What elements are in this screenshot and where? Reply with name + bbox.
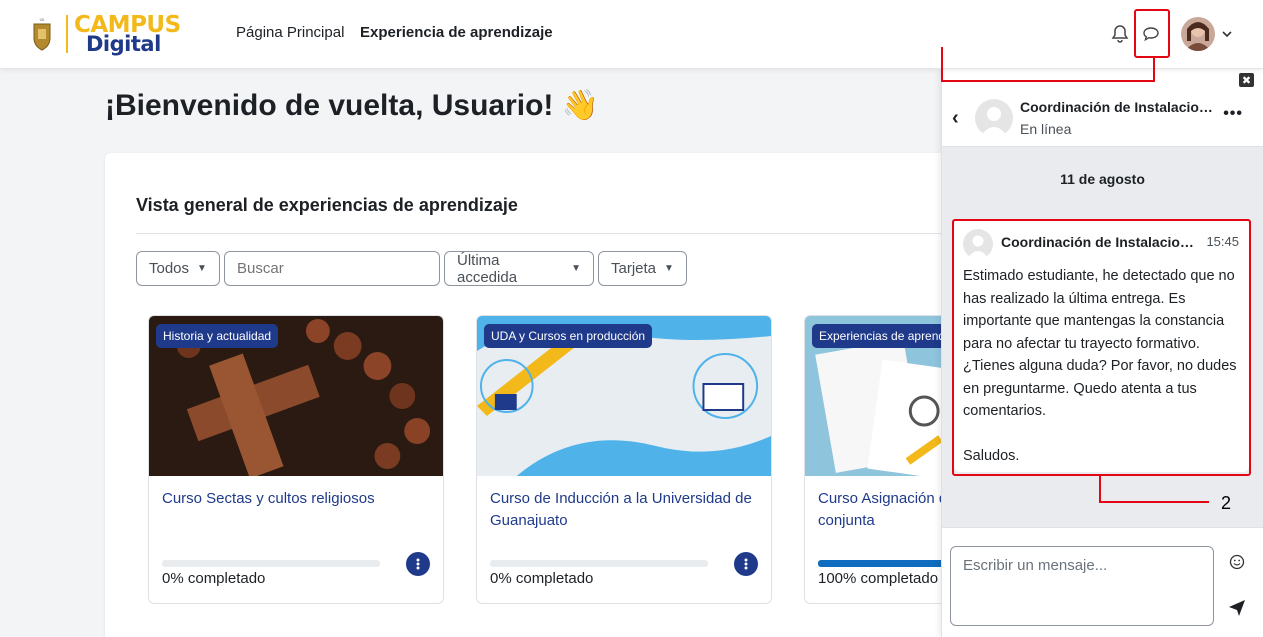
sort-dropdown[interactable]: Última accedida ▼ [444,251,594,286]
nav-home-link[interactable]: Página Principal [236,24,344,41]
conversation-header: ‹ Coordinación de Instalaciones En línea… [942,91,1263,147]
course-card[interactable]: UDA y Cursos en producción Curso de Indu… [476,315,772,604]
annotation-box-messages [1134,9,1170,58]
progress-bar [162,560,380,567]
svg-text:UG: UG [40,18,45,22]
message-date: 11 de agosto [1060,171,1145,187]
close-icon[interactable]: ✖ [1239,73,1254,87]
more-options-icon[interactable] [734,552,758,576]
chevron-down-icon: ▼ [197,263,207,274]
filter-all-dropdown[interactable]: Todos ▼ [136,251,220,286]
university-seal-icon: UG [33,18,51,51]
annotation-number-two: 2 [1221,493,1232,513]
conversation-options-icon[interactable]: ••• [1223,105,1243,123]
send-message-icon[interactable] [1227,598,1247,618]
course-category-badge: UDA y Cursos en producción [484,324,653,348]
progress-bar [490,560,708,567]
chevron-down-icon: ▼ [571,263,581,274]
top-navbar: UG CAMPUS Digital Página Principal Exper… [0,0,1263,69]
campus-digital-logo[interactable]: UG CAMPUS Digital [22,12,202,56]
logo-separator [66,15,68,53]
annotation-box-message [952,219,1251,476]
overview-title: Vista general de experiencias de aprendi… [136,195,518,215]
user-menu-chevron-down-icon[interactable] [1220,27,1234,41]
notifications-bell-icon[interactable] [1108,22,1132,46]
nav-learning-link[interactable]: Experiencia de aprendizaje [360,24,553,41]
sort-label: Última accedida [457,251,518,286]
view-label: Tarjeta [611,260,657,277]
progress-text: 100% completado [818,570,939,587]
course-card[interactable]: Historia y actualidad Curso Sectas y cul… [148,315,444,604]
progress-text: 0% completado [490,570,594,587]
contact-status: En línea [1020,121,1072,137]
more-options-icon[interactable] [406,552,430,576]
annotation-line-two-horizontal [1099,501,1209,503]
user-avatar[interactable] [1181,17,1215,51]
annotation-line-one-horizontal [941,80,1155,82]
contact-avatar[interactable] [975,99,1013,137]
view-dropdown[interactable]: Tarjeta ▼ [598,251,687,286]
overview-panel: Vista general de experiencias de aprendi… [105,153,1100,637]
overview-divider [136,233,956,234]
course-title-link[interactable]: Curso de Inducción a la Universidad de G… [490,488,760,532]
message-input[interactable] [950,546,1214,626]
welcome-heading: ¡Bienvenido de vuelta, Usuario! 👋 [105,89,600,122]
search-input[interactable] [224,251,440,286]
annotation-line-two-vertical [1099,476,1101,503]
emoji-picker-icon[interactable] [1227,552,1247,572]
filter-all-label: Todos [149,260,190,277]
back-arrow-icon[interactable]: ‹ [952,107,959,130]
logo-digital-text: Digital [86,32,161,56]
message-composer [942,527,1263,637]
progress-text: 0% completado [162,570,266,587]
annotation-line-one-vertical [941,47,943,82]
course-category-badge: Historia y actualidad [156,324,279,348]
annotation-line-one-riser [1153,58,1155,82]
course-title-link[interactable]: Curso Sectas y cultos religiosos [162,488,432,510]
chevron-down-icon: ▼ [664,263,674,274]
contact-name[interactable]: Coordinación de Instalaciones [1020,99,1220,115]
